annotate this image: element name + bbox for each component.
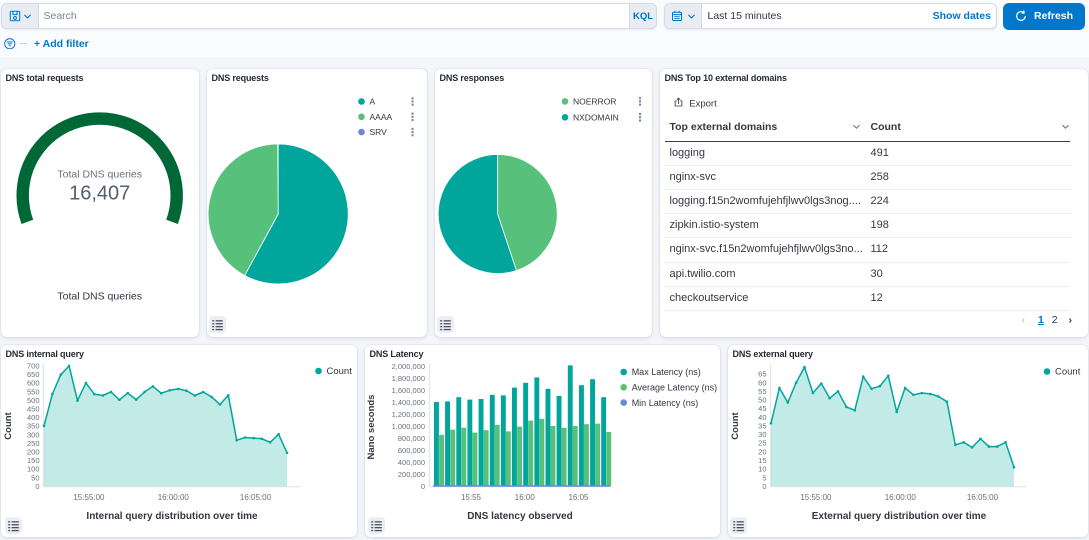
svg-text:15:55: 15:55: [461, 493, 482, 502]
svg-text:0: 0: [421, 482, 425, 491]
svg-text:600: 600: [27, 379, 40, 388]
svg-text:External query distribution ov: External query distribution over time: [812, 511, 987, 522]
svg-text:400: 400: [27, 413, 40, 422]
svg-text:150: 150: [27, 456, 40, 465]
svg-text:16:00:00: 16:00:00: [885, 493, 917, 502]
svg-text:1,200,000: 1,200,000: [392, 410, 425, 419]
svg-text:65: 65: [758, 370, 766, 379]
svg-text:350: 350: [27, 422, 40, 431]
svg-text:16:00:00: 16:00:00: [158, 493, 190, 502]
svg-text:55: 55: [758, 387, 766, 396]
svg-text:Count: Count: [730, 411, 741, 439]
svg-text:20: 20: [758, 447, 766, 456]
svg-text:30: 30: [758, 430, 766, 439]
svg-text:16:05:00: 16:05:00: [967, 493, 999, 502]
svg-text:45: 45: [758, 404, 766, 413]
svg-text:35: 35: [758, 421, 766, 430]
svg-text:400,000: 400,000: [398, 458, 425, 467]
svg-text:60: 60: [758, 378, 766, 387]
svg-text:200,000: 200,000: [398, 470, 425, 479]
svg-text:DNS latency observed: DNS latency observed: [467, 511, 573, 522]
svg-text:Total DNS queries: Total DNS queries: [57, 291, 142, 303]
svg-text:Count: Count: [1055, 367, 1081, 378]
svg-text:AAAA: AAAA: [370, 112, 393, 122]
svg-text:200: 200: [27, 448, 40, 457]
svg-text:NXDOMAIN: NXDOMAIN: [573, 112, 619, 122]
svg-text:600,000: 600,000: [398, 446, 425, 455]
svg-text:0: 0: [762, 482, 766, 491]
svg-text:Total DNS queries: Total DNS queries: [57, 169, 142, 181]
svg-text:450: 450: [27, 405, 40, 414]
svg-text:1,400,000: 1,400,000: [392, 398, 425, 407]
svg-text:800,000: 800,000: [398, 434, 425, 443]
svg-text:16:05:00: 16:05:00: [240, 493, 272, 502]
svg-text:Count: Count: [3, 411, 14, 439]
svg-text:Average Latency (ns): Average Latency (ns): [632, 383, 717, 393]
svg-text:Max Latency (ns): Max Latency (ns): [632, 367, 701, 377]
svg-text:40: 40: [758, 413, 766, 422]
svg-text:1,000,000: 1,000,000: [392, 422, 425, 431]
svg-text:NOERROR: NOERROR: [573, 96, 616, 106]
svg-text:25: 25: [758, 439, 766, 448]
svg-text:15:55:00: 15:55:00: [73, 493, 105, 502]
svg-text:Count: Count: [327, 366, 353, 377]
svg-text:15: 15: [758, 456, 766, 465]
svg-text:250: 250: [27, 439, 40, 448]
svg-text:0: 0: [35, 482, 39, 491]
svg-text:1,600,000: 1,600,000: [392, 386, 425, 395]
svg-text:300: 300: [27, 430, 40, 439]
svg-text:16:05: 16:05: [568, 493, 589, 502]
svg-text:1,800,000: 1,800,000: [392, 374, 425, 383]
svg-text:50: 50: [31, 473, 39, 482]
svg-text:16:00: 16:00: [515, 493, 536, 502]
svg-text:Nano seconds: Nano seconds: [366, 395, 377, 460]
svg-text:50: 50: [758, 396, 766, 405]
svg-text:100: 100: [27, 465, 40, 474]
svg-text:550: 550: [27, 387, 40, 396]
svg-text:A: A: [370, 97, 376, 107]
svg-text:16,407: 16,407: [69, 182, 130, 204]
svg-text:15:55:00: 15:55:00: [800, 493, 832, 502]
svg-text:2,000,000: 2,000,000: [392, 362, 425, 371]
svg-text:Internal query distribution ov: Internal query distribution over time: [86, 511, 258, 522]
svg-text:SRV: SRV: [370, 127, 388, 137]
svg-text:700: 700: [27, 362, 40, 371]
svg-text:500: 500: [27, 396, 40, 405]
svg-text:Min Latency (ns): Min Latency (ns): [632, 398, 699, 408]
svg-text:10: 10: [758, 465, 766, 474]
svg-text:650: 650: [27, 370, 40, 379]
svg-text:5: 5: [762, 473, 766, 482]
